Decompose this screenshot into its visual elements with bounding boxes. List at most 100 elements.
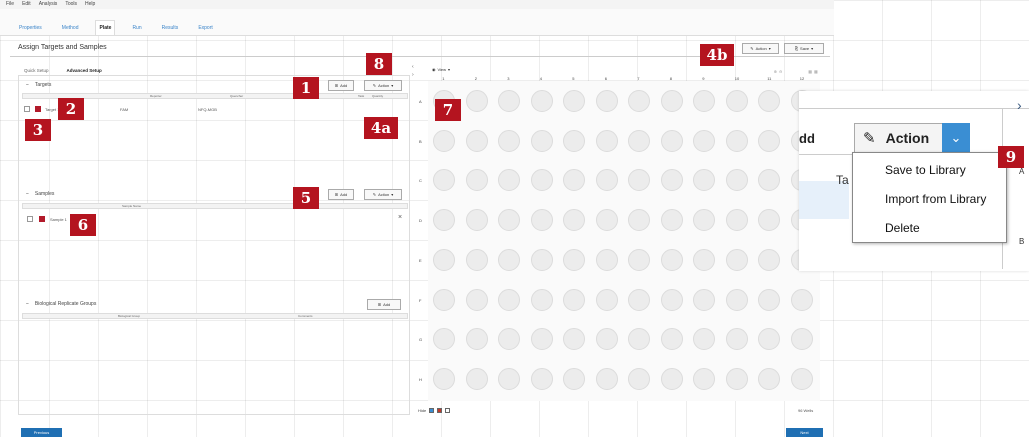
plate-well[interactable] xyxy=(498,288,521,311)
plate-well[interactable] xyxy=(498,248,521,271)
plate-well[interactable] xyxy=(628,89,651,112)
plate-well[interactable] xyxy=(563,368,586,391)
collapse-icon[interactable]: − xyxy=(26,82,29,88)
plate-well[interactable] xyxy=(660,129,683,152)
plate-well[interactable] xyxy=(465,169,488,192)
plate-well[interactable] xyxy=(660,368,683,391)
plate-well[interactable] xyxy=(465,248,488,271)
menu-edit[interactable]: Edit xyxy=(22,1,31,8)
tab-results[interactable]: Results xyxy=(159,21,182,35)
plate-well[interactable] xyxy=(660,209,683,232)
plate-well[interactable] xyxy=(725,328,748,351)
add-label-partial[interactable]: dd xyxy=(799,131,815,146)
plate-well[interactable] xyxy=(595,328,618,351)
plate-well[interactable] xyxy=(498,129,521,152)
plate-well[interactable] xyxy=(465,368,488,391)
plate-well[interactable] xyxy=(530,129,553,152)
menu-file[interactable]: File xyxy=(6,1,14,8)
plate-well[interactable] xyxy=(660,169,683,192)
plate-well[interactable] xyxy=(433,129,456,152)
plate-well[interactable] xyxy=(433,368,456,391)
plate-well[interactable] xyxy=(660,89,683,112)
plate-well[interactable] xyxy=(725,288,748,311)
plate-well[interactable] xyxy=(790,328,813,351)
sample-name[interactable]: Sample 1 xyxy=(50,217,67,222)
plate-well[interactable] xyxy=(530,368,553,391)
plate-well[interactable] xyxy=(628,288,651,311)
plate-well[interactable] xyxy=(498,209,521,232)
plate-well[interactable] xyxy=(433,248,456,271)
plate-well[interactable] xyxy=(595,89,618,112)
plate-well[interactable] xyxy=(563,209,586,232)
plate-well[interactable] xyxy=(758,288,781,311)
menu-delete[interactable]: Delete xyxy=(885,221,920,235)
sample-row-checkbox[interactable] xyxy=(27,216,33,222)
plate-well[interactable] xyxy=(758,248,781,271)
plate-well[interactable] xyxy=(433,209,456,232)
plate-well[interactable] xyxy=(758,169,781,192)
plate-well[interactable] xyxy=(563,328,586,351)
previous-button[interactable]: Previous xyxy=(21,428,62,437)
plate-well[interactable] xyxy=(660,248,683,271)
plate-column-label[interactable]: 2 xyxy=(475,76,477,81)
plate-well[interactable] xyxy=(725,129,748,152)
plate-row-label[interactable]: E xyxy=(419,258,422,263)
chevron-right-icon[interactable]: › xyxy=(1017,97,1022,113)
plate-well[interactable] xyxy=(595,248,618,271)
plate-column-label[interactable]: 1 xyxy=(442,76,444,81)
plate-well[interactable] xyxy=(465,89,488,112)
layout-controls[interactable]: ▦ ▦ xyxy=(803,66,823,77)
plate-well[interactable] xyxy=(628,368,651,391)
view-button[interactable]: ◉ View ▾ xyxy=(422,64,460,75)
plate-well[interactable] xyxy=(628,129,651,152)
plate-well[interactable] xyxy=(725,209,748,232)
menu-import-from-library[interactable]: Import from Library xyxy=(885,192,986,206)
legend-swatch-blue[interactable] xyxy=(429,408,435,413)
plate-row-label[interactable]: F xyxy=(419,298,421,303)
plate-well[interactable] xyxy=(628,209,651,232)
samples-action-button[interactable]: ✎ Action ▾ xyxy=(364,189,402,200)
menu-save-to-library[interactable]: Save to Library xyxy=(885,163,966,177)
plate-well[interactable] xyxy=(563,129,586,152)
plate-column-label[interactable]: 12 xyxy=(800,76,804,81)
plate-well[interactable] xyxy=(758,209,781,232)
plate-well[interactable] xyxy=(725,169,748,192)
plate-row-label[interactable]: B xyxy=(419,139,422,144)
tab-export[interactable]: Export xyxy=(195,21,215,35)
targets-add-button[interactable]: ⊞ Add xyxy=(328,80,354,91)
plate-row-label[interactable]: D xyxy=(419,218,422,223)
plate-well[interactable] xyxy=(465,209,488,232)
target-row-checkbox[interactable] xyxy=(24,106,30,112)
sample-color-swatch[interactable] xyxy=(39,216,45,222)
next-button[interactable]: Next xyxy=(786,428,823,437)
plate-well[interactable] xyxy=(628,248,651,271)
tab-properties[interactable]: Properties xyxy=(16,21,45,35)
plate-column-label[interactable]: 6 xyxy=(605,76,607,81)
plate-well[interactable] xyxy=(433,328,456,351)
plate-column-label[interactable]: 10 xyxy=(735,76,739,81)
target-reporter[interactable]: FAM xyxy=(120,107,128,112)
plate-well[interactable] xyxy=(758,368,781,391)
samples-add-button[interactable]: ⊞ Add xyxy=(328,189,354,200)
collapse-icon[interactable]: − xyxy=(26,191,29,197)
tab-run[interactable]: Run xyxy=(129,21,144,35)
plate-well[interactable] xyxy=(693,368,716,391)
menu-tools[interactable]: Tools xyxy=(65,1,77,8)
plate-well[interactable] xyxy=(758,129,781,152)
collapse-icon[interactable]: − xyxy=(26,301,29,307)
plate-well[interactable] xyxy=(660,328,683,351)
plate-column-label[interactable]: 11 xyxy=(767,76,771,81)
plate-well[interactable] xyxy=(725,248,748,271)
plate-well[interactable] xyxy=(693,248,716,271)
plate-well[interactable] xyxy=(498,169,521,192)
plate-action-button[interactable]: ✎ Action ▾ xyxy=(742,43,779,54)
collapse-left-icon[interactable]: ‹ xyxy=(412,64,414,70)
bio-groups-add-button[interactable]: ⊞ Add xyxy=(367,299,401,310)
plate-well[interactable] xyxy=(433,288,456,311)
plate-well[interactable] xyxy=(530,89,553,112)
plate-column-label[interactable]: 3 xyxy=(507,76,509,81)
plate-well[interactable] xyxy=(498,89,521,112)
plate-well[interactable] xyxy=(693,209,716,232)
plate-well[interactable] xyxy=(563,288,586,311)
plate-well[interactable] xyxy=(530,169,553,192)
